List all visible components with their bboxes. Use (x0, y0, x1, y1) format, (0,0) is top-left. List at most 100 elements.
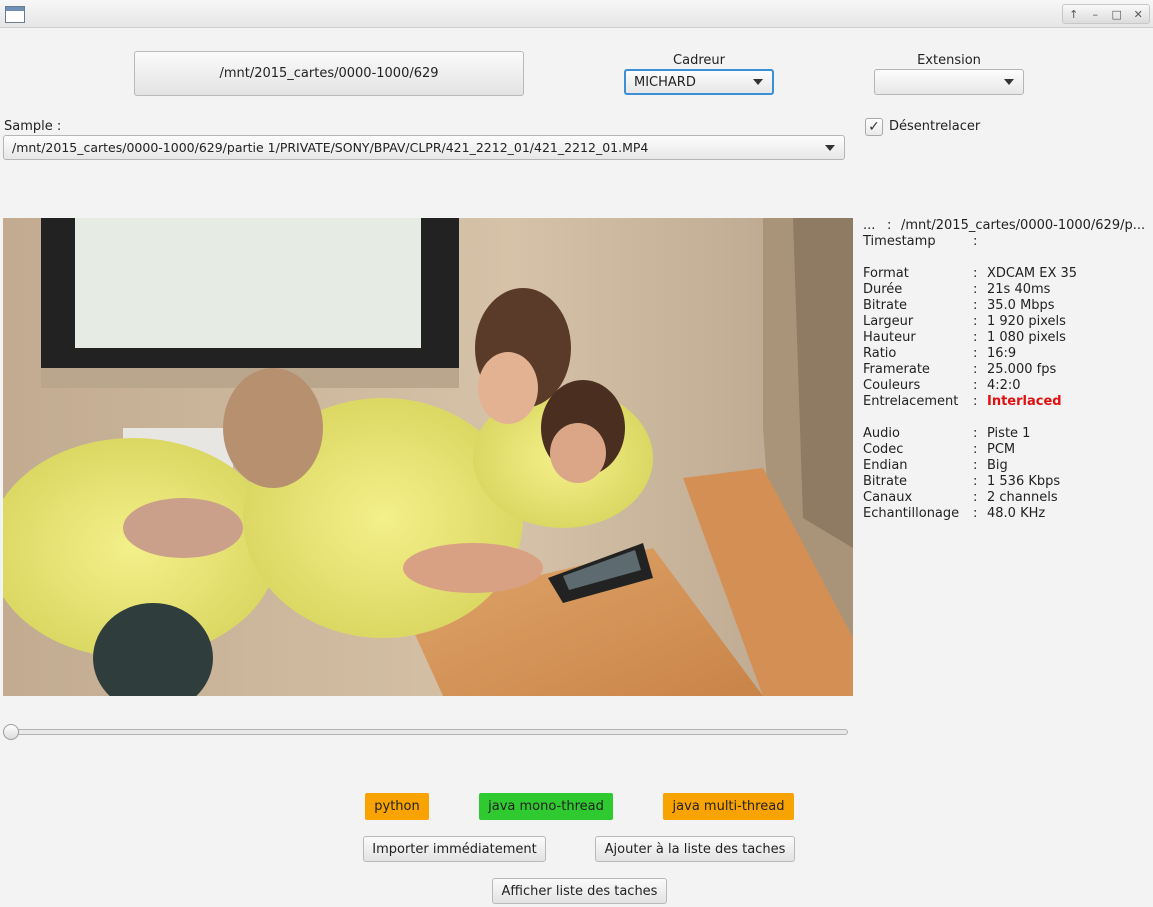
java-multi-thread-button[interactable]: java multi-thread (663, 793, 794, 820)
info-value: 25.000 fps (987, 362, 1057, 377)
deinterlace-checkbox[interactable]: ✓ (865, 118, 883, 136)
info-separator: : (973, 362, 978, 377)
info-key: Canaux (863, 490, 913, 505)
info-value: 1 920 pixels (987, 314, 1066, 329)
video-preview (3, 218, 853, 696)
info-separator: : (973, 506, 978, 521)
info-path-value: /mnt/2015_cartes/0000-1000/629/p... (901, 218, 1146, 233)
info-separator: : (973, 266, 978, 281)
info-row: Durée:21s 40ms (863, 282, 1151, 298)
chevron-down-icon (1004, 79, 1014, 85)
info-row: Hauteur:1 080 pixels (863, 330, 1151, 346)
show-task-list-button[interactable]: Afficher liste des taches (492, 878, 667, 904)
info-separator: : (973, 490, 978, 505)
cadreur-select[interactable]: MICHARD (624, 69, 774, 95)
info-value: Piste 1 (987, 426, 1031, 441)
info-separator: : (973, 346, 978, 361)
info-separator: : (973, 330, 978, 345)
info-key: Largeur (863, 314, 914, 329)
info-row: Framerate:25.000 fps (863, 362, 1151, 378)
info-value: Big (987, 458, 1008, 473)
info-separator: : (973, 458, 978, 473)
info-row: Audio: Piste 1 (863, 426, 1151, 442)
info-path-key: ... (863, 218, 876, 233)
info-row: Entrelacement: Interlaced (863, 394, 1151, 410)
info-row-timestamp: Timestamp : (863, 234, 1151, 250)
cadreur-label: Cadreur (673, 53, 725, 68)
info-value: XDCAM EX 35 (987, 266, 1078, 281)
cadreur-value: MICHARD (634, 74, 696, 90)
minimize-icon[interactable]: – (1086, 8, 1104, 21)
info-key: Hauteur (863, 330, 916, 345)
show-list-label: Afficher liste des taches (501, 883, 658, 899)
info-row: Bitrate:35.0 Mbps (863, 298, 1151, 314)
deinterlace-label: Désentrelacer (889, 119, 981, 134)
video-info-list: Format: XDCAM EX 35 Durée:21s 40ms Bitrat… (863, 266, 1151, 410)
java-multi-label: java multi-thread (672, 799, 785, 814)
info-row: Endian: Big (863, 458, 1151, 474)
info-value: 16:9 (987, 346, 1017, 361)
info-key: Bitrate (863, 474, 908, 489)
info-value: 2 channels (987, 490, 1058, 505)
info-separator: : (973, 298, 978, 313)
info-row: Echantillonage:48.0 KHz (863, 506, 1151, 522)
seek-slider-thumb[interactable] (3, 724, 19, 740)
info-key: Entrelacement (863, 394, 959, 409)
import-now-label: Importer immédiatement (372, 841, 537, 857)
info-separator: : (973, 474, 978, 489)
info-key: Durée (863, 282, 903, 297)
info-row: Format: XDCAM EX 35 (863, 266, 1151, 282)
info-key: Ratio (863, 346, 897, 361)
add-to-task-list-button[interactable]: Ajouter à la liste des taches (595, 836, 795, 862)
checkmark-icon: ✓ (868, 119, 880, 135)
info-separator: : (973, 282, 978, 297)
info-row: Bitrate:1 536 Kbps (863, 474, 1151, 490)
extension-select[interactable] (874, 69, 1024, 95)
info-row: Codec: PCM (863, 442, 1151, 458)
sample-select[interactable]: /mnt/2015_cartes/0000-1000/629/partie 1/… (3, 135, 845, 160)
window-icon (5, 6, 25, 23)
info-separator: : (973, 426, 978, 441)
info-value: 1 080 pixels (987, 330, 1066, 345)
folder-button[interactable]: /mnt/2015_cartes/0000-1000/629 (134, 51, 524, 96)
video-frame-image (3, 218, 853, 696)
info-row: Largeur:1 920 pixels (863, 314, 1151, 330)
chevron-down-icon (825, 144, 835, 151)
info-separator: : (887, 218, 892, 233)
close-icon[interactable]: ✕ (1129, 8, 1147, 21)
window-controls: ↑ – □ ✕ (1062, 4, 1150, 24)
maximize-icon[interactable]: □ (1108, 8, 1126, 21)
info-row: Canaux:2 channels (863, 490, 1151, 506)
info-key: Endian (863, 458, 908, 473)
info-separator: : (973, 394, 978, 409)
info-key: Audio (863, 426, 900, 441)
info-separator: : (973, 234, 978, 249)
info-key: Bitrate (863, 298, 908, 313)
window-up-icon[interactable]: ↑ (1065, 8, 1083, 21)
info-key: Codec (863, 442, 904, 457)
folder-button-label: /mnt/2015_cartes/0000-1000/629 (219, 66, 439, 81)
java-mono-label: java mono-thread (488, 799, 604, 814)
info-value: 35.0 Mbps (987, 298, 1055, 313)
extension-label: Extension (917, 53, 981, 68)
info-value: 48.0 KHz (987, 506, 1046, 521)
java-mono-thread-button[interactable]: java mono-thread (479, 793, 613, 820)
info-row: Couleurs:4:2:0 (863, 378, 1151, 394)
title-bar (0, 0, 1153, 28)
python-label: python (374, 799, 420, 814)
audio-info-list: Audio: Piste 1 Codec: PCM Endian: Big Bitra… (863, 426, 1151, 522)
info-value: PCM (987, 442, 1016, 457)
info-value: 21s 40ms (987, 282, 1051, 297)
python-button[interactable]: python (365, 793, 429, 820)
sample-label: Sample : (4, 119, 62, 134)
info-key: Couleurs (863, 378, 921, 393)
interlace-status: Interlaced (987, 394, 1062, 409)
info-value: 1 536 Kbps (987, 474, 1061, 489)
info-row-path: ... : /mnt/2015_cartes/0000-1000/629/p..… (863, 218, 1151, 234)
info-key: Echantillonage (863, 506, 960, 521)
info-key: Framerate (863, 362, 930, 377)
import-now-button[interactable]: Importer immédiatement (363, 836, 546, 862)
sample-path: /mnt/2015_cartes/0000-1000/629/partie 1/… (12, 140, 649, 155)
seek-slider-track[interactable] (3, 729, 848, 735)
info-key: Timestamp (863, 234, 936, 249)
